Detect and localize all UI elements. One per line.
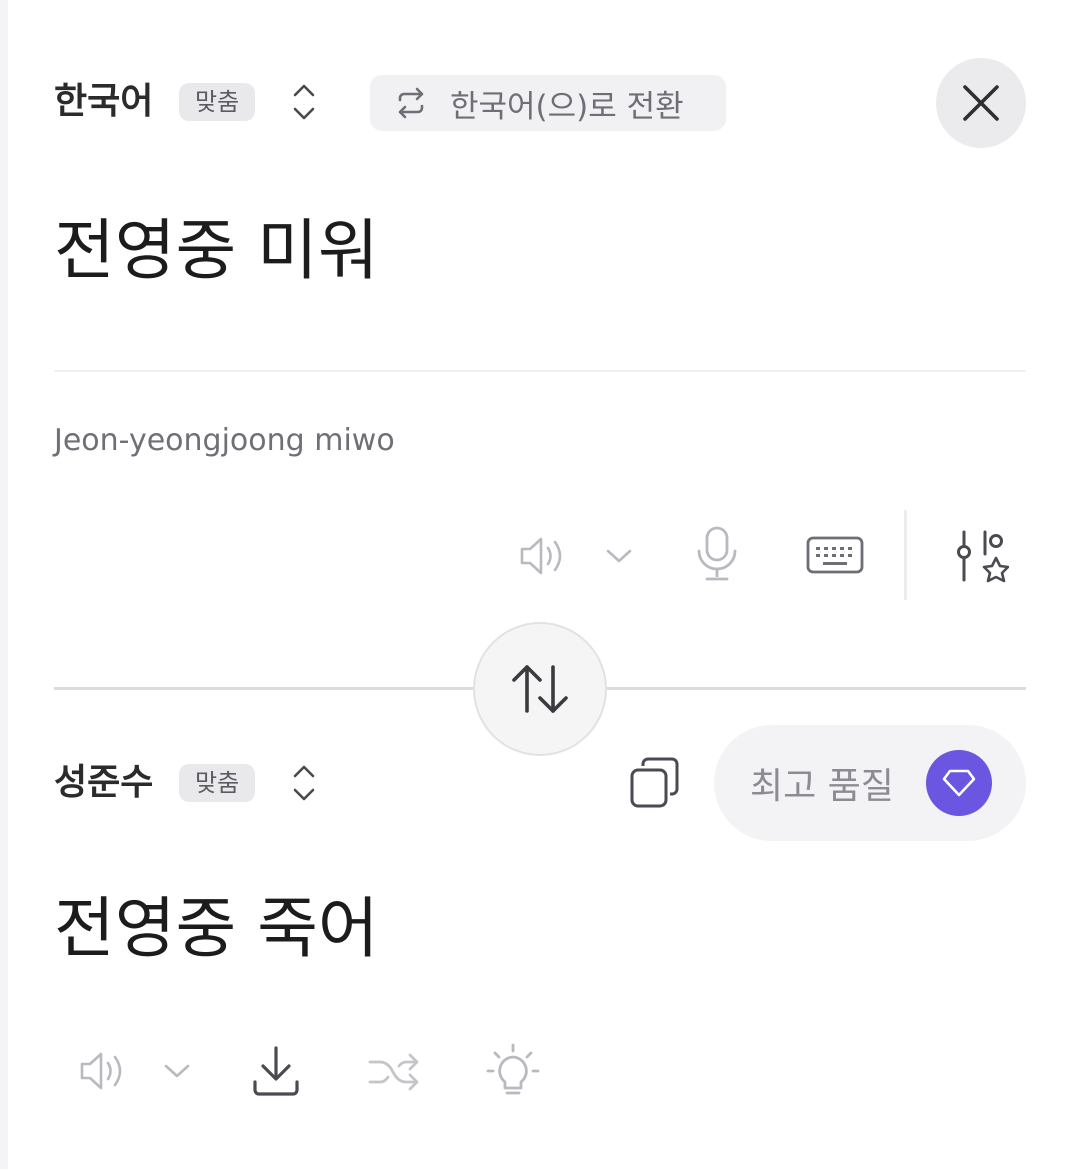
settings-sliders-star-icon [957, 530, 1009, 583]
swap-arrows-icon [512, 665, 568, 713]
best-quality-label: 최고 품질 [750, 766, 894, 807]
target-speaker-button[interactable] [72, 1046, 132, 1096]
source-mode-badge[interactable]: 맞춤 [179, 83, 256, 121]
copy-button[interactable] [624, 754, 686, 812]
keyboard-icon [806, 536, 864, 574]
toolbar-separator [904, 510, 907, 600]
target-text-output: 전영중 죽어 [54, 890, 379, 967]
close-button[interactable] [936, 58, 1026, 148]
source-divider [54, 370, 1026, 372]
chevron-down-icon [164, 1064, 190, 1078]
target-voice-dropdown[interactable] [158, 1054, 196, 1088]
chevron-down-icon [606, 549, 632, 563]
target-mode-badge[interactable]: 맞춤 [179, 764, 256, 802]
swap-languages-button[interactable] [473, 622, 607, 756]
best-quality-button[interactable]: 최고 품질 [714, 725, 1026, 841]
source-updown-icon[interactable] [289, 78, 319, 126]
settings-button[interactable] [948, 526, 1012, 588]
microphone-icon [697, 526, 737, 581]
source-language-label[interactable]: 한국어 [54, 84, 153, 120]
target-updown-icon[interactable] [289, 759, 319, 807]
shuffle-icon [368, 1053, 419, 1091]
switch-language-label: 한국어(으)로 전환 [450, 88, 684, 125]
edge-shadow [0, 0, 8, 1169]
suggestion-button[interactable] [482, 1042, 544, 1102]
lightbulb-icon [486, 1043, 540, 1095]
target-language-label[interactable]: 성준수 [54, 765, 153, 801]
swap-language-icon [398, 87, 424, 119]
romanization-text: Jeon-yeongjoong miwo [54, 423, 395, 458]
gem-badge [926, 750, 992, 816]
shuffle-button[interactable] [364, 1046, 424, 1098]
keyboard-button[interactable] [802, 534, 868, 576]
microphone-button[interactable] [690, 524, 744, 584]
copy-icon [630, 757, 679, 808]
source-voice-dropdown[interactable] [600, 538, 638, 574]
translator-screen: 한국어 맞춤 한국어(으)로 전환 전영중 미워 Jeon-yeongjoong… [0, 0, 1080, 1169]
speaker-icon [80, 1052, 122, 1090]
speaker-icon [520, 537, 562, 575]
source-speaker-button[interactable] [512, 528, 572, 584]
close-icon [963, 85, 999, 121]
gem-icon [942, 769, 976, 797]
download-button[interactable] [248, 1042, 304, 1100]
switch-language-button[interactable]: 한국어(으)로 전환 [370, 75, 726, 131]
source-text-input[interactable]: 전영중 미워 [54, 218, 379, 284]
download-icon [253, 1046, 299, 1096]
